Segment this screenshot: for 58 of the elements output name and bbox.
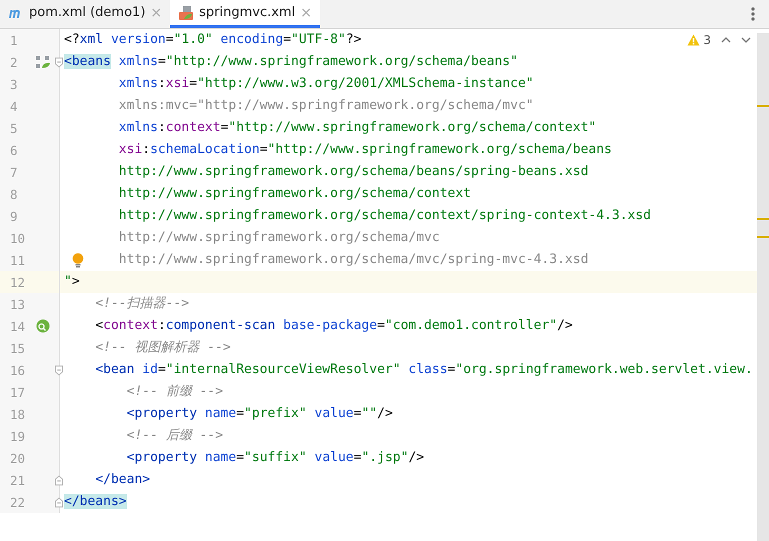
- line-number: 11: [9, 252, 26, 268]
- code-line: <!--扫描器-->: [95, 295, 190, 313]
- code-line: xmlns:xsi="http://www.w3.org/2001/XMLSchema-instance": [118, 75, 534, 93]
- component-scan-icon[interactable]: [36, 319, 50, 333]
- code-line: <!-- 前缀 -->: [126, 383, 224, 401]
- line-number: 19: [9, 428, 26, 444]
- line-number: 20: [9, 450, 26, 466]
- code-line: http://www.springframework.org/schema/context: [118, 185, 471, 203]
- fold-marker-icon[interactable]: [55, 496, 63, 508]
- line-number: 2: [9, 54, 19, 70]
- line-number: 10: [9, 230, 26, 246]
- code-line: http://www.springframework.org/schema/beans/spring-beans.xsd: [118, 163, 588, 181]
- line-number: 12: [9, 274, 26, 290]
- code-line: <?xml version="1.0" encoding="UTF-8"?>: [64, 31, 362, 49]
- code-line: <beans xmlns="http://www.springframework.org/schema/beans": [64, 53, 518, 71]
- code-line: <context:component-scan base-package="com.demo1.controller"/>: [95, 317, 573, 335]
- line-number: 6: [9, 142, 19, 158]
- code-line: xmlns:context="http://www.springframework.org/schema/context": [118, 119, 596, 137]
- xml-file-icon: [178, 4, 194, 20]
- line-number: 7: [9, 164, 19, 180]
- line-number: 9: [9, 208, 19, 224]
- line-number: 13: [9, 296, 26, 312]
- previous-icon[interactable]: [721, 37, 731, 43]
- code-line: </bean>: [95, 471, 150, 489]
- editor-tab[interactable]: pom.xml (demo1) ×: [0, 0, 170, 28]
- line-number: 8: [9, 186, 19, 202]
- code-line: <property name="suffix" value=".jsp"/>: [126, 449, 424, 467]
- line-number: 22: [9, 494, 26, 510]
- fold-marker-icon[interactable]: [55, 474, 63, 486]
- line-number: 15: [9, 340, 26, 356]
- spring-bean-icon[interactable]: [36, 56, 50, 68]
- line-number: 1: [9, 32, 19, 48]
- line-number: 18: [9, 406, 26, 422]
- line-number: 4: [9, 98, 19, 114]
- code-line: http://www.springframework.org/schema/context/spring-context-4.3.xsd: [118, 207, 652, 225]
- code-line: xsi:schemaLocation="http://www.springframework.org/schema/beans: [118, 141, 612, 159]
- scrollbar-track[interactable]: [757, 33, 769, 541]
- code-line: <!-- 视图解析器 -->: [95, 339, 231, 357]
- code-line: <property name="prefix" value=""/>: [126, 405, 393, 423]
- code-line: xmlns:mvc="http://www.springframework.org/schema/mvc": [118, 97, 534, 115]
- code-line: <bean id="internalResourceViewResolver" class="org.springframework.web.servlet.view.: [95, 361, 753, 379]
- line-number: 17: [9, 384, 26, 400]
- warning-count[interactable]: 3: [687, 33, 711, 47]
- lightbulb-icon[interactable]: [72, 253, 84, 268]
- fold-marker-icon[interactable]: [55, 56, 63, 68]
- editor-tab[interactable]: springmvc.xml ×: [170, 0, 320, 28]
- code-line: <!-- 后缀 -->: [126, 427, 224, 445]
- next-icon[interactable]: [741, 37, 751, 43]
- more-options-icon[interactable]: [751, 7, 755, 21]
- line-number: 3: [9, 76, 19, 92]
- line-number: 5: [9, 120, 19, 136]
- line-number: 21: [9, 472, 26, 488]
- code-line: http://www.springframework.org/schema/mvc: [118, 229, 440, 247]
- code-line: http://www.springframework.org/schema/mvc/spring-mvc-4.3.xsd: [118, 251, 588, 269]
- fold-marker-icon[interactable]: [55, 364, 63, 376]
- line-number: 16: [9, 362, 26, 378]
- line-number: 14: [9, 318, 26, 334]
- code-line: ">: [64, 273, 80, 291]
